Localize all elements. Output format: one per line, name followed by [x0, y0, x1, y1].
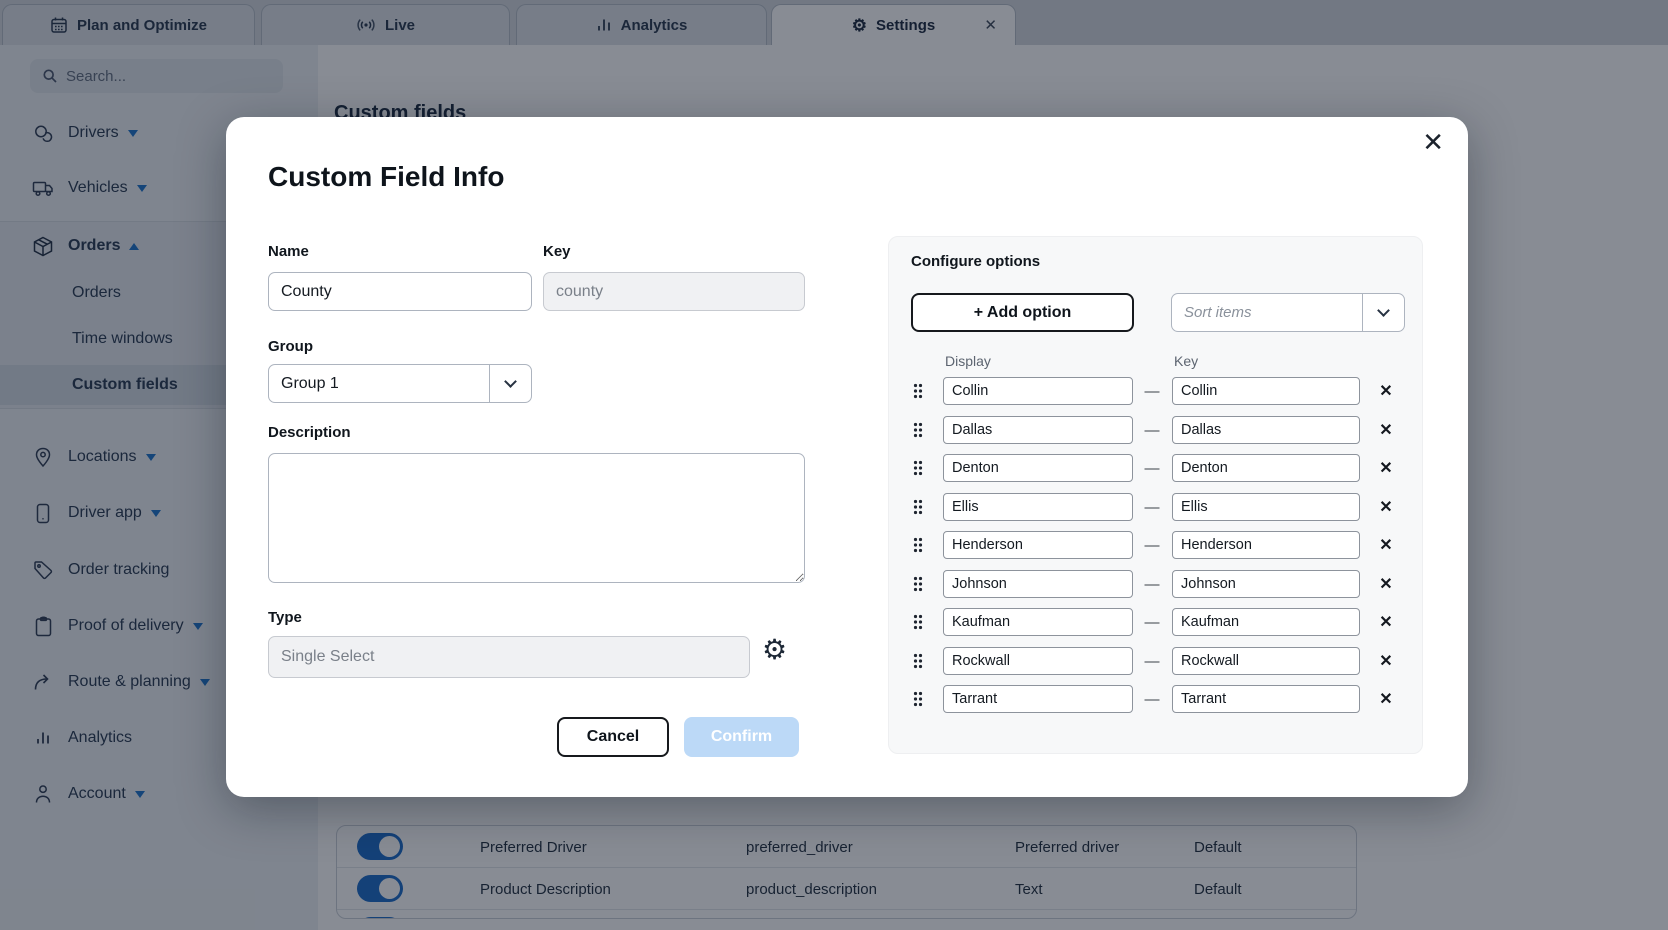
option-dash: —	[1139, 416, 1165, 444]
key-column-header: Key	[1174, 353, 1198, 369]
option-key-input[interactable]	[1172, 647, 1360, 675]
option-display-input[interactable]	[943, 377, 1133, 405]
remove-option-icon[interactable]: ✕	[1375, 495, 1397, 519]
remove-option-icon[interactable]: ✕	[1375, 456, 1397, 480]
option-display-input[interactable]	[943, 454, 1133, 482]
option-display-input[interactable]	[943, 685, 1133, 713]
close-icon[interactable]: ✕	[1422, 129, 1444, 155]
group-select[interactable]: Group 1	[268, 364, 532, 403]
type-label: Type	[268, 609, 302, 626]
option-dash: —	[1139, 647, 1165, 675]
remove-option-icon[interactable]: ✕	[1375, 610, 1397, 634]
drag-handle-icon[interactable]	[913, 653, 923, 669]
display-column-header: Display	[945, 353, 991, 369]
cancel-button[interactable]: Cancel	[557, 717, 669, 757]
option-key-input[interactable]	[1172, 377, 1360, 405]
option-key-input[interactable]	[1172, 608, 1360, 636]
option-display-input[interactable]	[943, 493, 1133, 521]
option-row: — ✕	[889, 416, 1424, 444]
custom-field-info-modal: ✕ Custom Field Info Name Key Group Group…	[226, 117, 1468, 797]
key-label: Key	[543, 243, 571, 260]
option-row: — ✕	[889, 377, 1424, 405]
drag-handle-icon[interactable]	[913, 576, 923, 592]
name-field[interactable]	[268, 272, 532, 311]
configure-options-panel: Configure options + Add option Sort item…	[888, 236, 1423, 754]
option-row: — ✕	[889, 531, 1424, 559]
option-key-input[interactable]	[1172, 685, 1360, 713]
option-display-input[interactable]	[943, 647, 1133, 675]
option-display-input[interactable]	[943, 570, 1133, 598]
option-dash: —	[1139, 454, 1165, 482]
configure-options-title: Configure options	[911, 253, 1040, 270]
option-display-input[interactable]	[943, 608, 1133, 636]
option-dash: —	[1139, 493, 1165, 521]
option-dash: —	[1139, 531, 1165, 559]
option-key-input[interactable]	[1172, 454, 1360, 482]
option-row: — ✕	[889, 570, 1424, 598]
description-field[interactable]	[268, 453, 805, 583]
description-label: Description	[268, 424, 351, 441]
drag-handle-icon[interactable]	[913, 614, 923, 630]
option-dash: —	[1139, 608, 1165, 636]
option-row: — ✕	[889, 493, 1424, 521]
name-label: Name	[268, 243, 309, 260]
group-select-value: Group 1	[269, 375, 489, 393]
type-settings-gear-icon[interactable]: ⚙	[762, 633, 787, 666]
remove-option-icon[interactable]: ✕	[1375, 379, 1397, 403]
option-display-input[interactable]	[943, 531, 1133, 559]
option-key-input[interactable]	[1172, 531, 1360, 559]
add-option-button[interactable]: + Add option	[911, 293, 1134, 332]
drag-handle-icon[interactable]	[913, 422, 923, 438]
option-row: — ✕	[889, 608, 1424, 636]
option-dash: —	[1139, 377, 1165, 405]
key-field	[543, 272, 805, 311]
option-row: — ✕	[889, 685, 1424, 713]
remove-option-icon[interactable]: ✕	[1375, 533, 1397, 557]
option-dash: —	[1139, 570, 1165, 598]
option-row: — ✕	[889, 647, 1424, 675]
remove-option-icon[interactable]: ✕	[1375, 649, 1397, 673]
drag-handle-icon[interactable]	[913, 537, 923, 553]
sort-items-select[interactable]: Sort items	[1171, 293, 1405, 332]
option-key-input[interactable]	[1172, 570, 1360, 598]
chevron-down-icon	[1363, 311, 1404, 315]
type-field	[268, 636, 750, 678]
remove-option-icon[interactable]: ✕	[1375, 418, 1397, 442]
group-label: Group	[268, 338, 313, 355]
remove-option-icon[interactable]: ✕	[1375, 572, 1397, 596]
drag-handle-icon[interactable]	[913, 691, 923, 707]
option-key-input[interactable]	[1172, 416, 1360, 444]
drag-handle-icon[interactable]	[913, 460, 923, 476]
option-key-input[interactable]	[1172, 493, 1360, 521]
drag-handle-icon[interactable]	[913, 383, 923, 399]
sort-items-placeholder: Sort items	[1172, 304, 1362, 321]
chevron-down-icon	[490, 382, 531, 386]
option-dash: —	[1139, 685, 1165, 713]
option-row: — ✕	[889, 454, 1424, 482]
remove-option-icon[interactable]: ✕	[1375, 687, 1397, 711]
drag-handle-icon[interactable]	[913, 499, 923, 515]
confirm-button[interactable]: Confirm	[684, 717, 799, 757]
modal-title: Custom Field Info	[268, 161, 504, 193]
option-display-input[interactable]	[943, 416, 1133, 444]
